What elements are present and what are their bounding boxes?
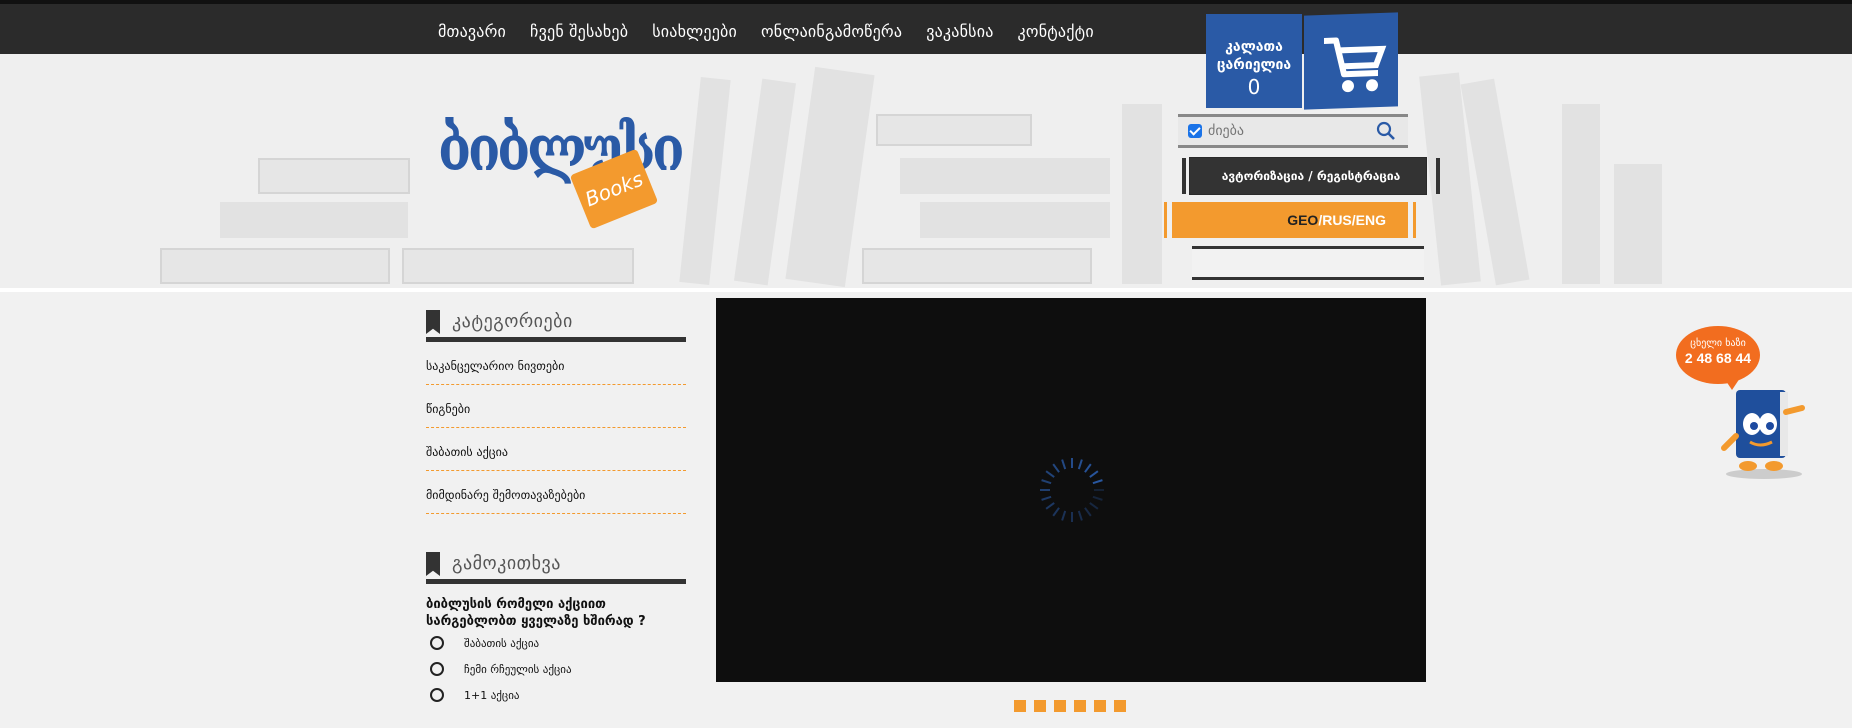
spinner-tick (1052, 507, 1060, 517)
spinner-tick (1061, 459, 1067, 470)
spinner-tick (1061, 510, 1067, 521)
lang-eng[interactable]: ENG (1356, 212, 1386, 228)
poll-section: გამოკითხვა ბიბლუსის რომელი აქციით სარგებ… (426, 548, 686, 708)
categories-header: კატეგორიები (426, 306, 686, 342)
cart-count: 0 (1247, 75, 1261, 99)
decor-book (733, 78, 797, 286)
category-item-stationery[interactable]: საკანცელარიო ნივთები (426, 342, 686, 385)
search-checkbox[interactable] (1188, 124, 1202, 138)
spinner-tick (1077, 510, 1083, 521)
hotline-label: ცხელი ხაზი (1690, 338, 1746, 349)
slider-dot[interactable] (1014, 700, 1026, 712)
bookmark-icon (426, 552, 440, 576)
category-item-saturday-sale[interactable]: შაბათის აქცია (426, 428, 686, 471)
top-nav-bar: მთავარი ჩვენ შესახებ სიახლეები ონლაინგამ… (0, 0, 1852, 58)
slider-dot[interactable] (1034, 700, 1046, 712)
cart-widget[interactable]: კალათა ცარიელია 0 (1206, 12, 1398, 110)
empty-panel (1192, 246, 1424, 280)
radio-button[interactable] (430, 636, 444, 650)
spinner-tick (1089, 470, 1099, 478)
spinner-tick (1084, 507, 1092, 517)
image-slider[interactable] (716, 298, 1426, 682)
radio-button[interactable] (430, 662, 444, 676)
poll-header: გამოკითხვა (426, 548, 686, 584)
poll-option-label: ჩემი რჩეულის აქცია (464, 662, 572, 676)
spinner-tick (1092, 479, 1103, 485)
bookmark-icon (426, 310, 440, 334)
spinner-tick (1045, 502, 1055, 510)
cart-icon[interactable] (1304, 12, 1398, 110)
nav-item-vacancy[interactable]: ვაკანსია (914, 8, 1005, 58)
slider-pagination (1014, 700, 1126, 712)
poll-option[interactable]: ჩემი რჩეულის აქცია (426, 656, 686, 682)
search-input[interactable] (1208, 119, 1368, 143)
spinner-tick (1052, 463, 1060, 473)
category-item-books[interactable]: წიგნები (426, 385, 686, 428)
hotline-widget[interactable]: ცხელი ხაზი 2 48 68 44 (1672, 326, 1822, 486)
decor-book (402, 248, 634, 284)
spinner-tick (1045, 470, 1055, 478)
sidebar: კატეგორიები საკანცელარიო ნივთები წიგნები… (426, 306, 686, 708)
cart-status: კალათა ცარიელია 0 (1206, 14, 1302, 108)
site-logo[interactable]: ბიბლუსი Books (438, 112, 685, 230)
category-list: საკანცელარიო ნივთები წიგნები შაბათის აქც… (426, 342, 686, 514)
language-switcher: GEO/RUS/ENG (1164, 202, 1416, 238)
spinner-tick (1084, 463, 1092, 473)
nav-item-online-order[interactable]: ონლაინგამოწერა (749, 8, 914, 58)
search-bar (1178, 114, 1408, 148)
decor-book (876, 114, 1032, 146)
nav-item-about[interactable]: ჩვენ შესახებ (518, 8, 640, 58)
decor-book (1122, 104, 1162, 284)
poll-option[interactable]: შაბათის აქცია (426, 630, 686, 656)
decor-book (1562, 104, 1600, 284)
categories-title: კატეგორიები (452, 311, 573, 332)
search-icon[interactable] (1376, 121, 1396, 141)
slider-dot[interactable] (1094, 700, 1106, 712)
poll-title: გამოკითხვა (452, 553, 561, 574)
auth-register-button[interactable]: ავტორიზაცია / რეგისტრაცია (1182, 157, 1440, 195)
spinner-tick (1041, 495, 1052, 501)
decor-book (862, 248, 1092, 284)
slider-dot[interactable] (1054, 700, 1066, 712)
slider-dot[interactable] (1114, 700, 1126, 712)
poll-option[interactable]: 1+1 აქცია (426, 682, 686, 708)
category-item-current-offers[interactable]: მიმდინარე შემოთავაზებები (426, 471, 686, 514)
spinner-tick (1041, 479, 1052, 485)
lang-geo[interactable]: GEO (1287, 212, 1318, 228)
header-banner (0, 54, 1852, 292)
poll-option-label: 1+1 აქცია (464, 688, 520, 702)
hotline-phone: 2 48 68 44 (1684, 350, 1752, 366)
decor-book (920, 202, 1110, 238)
decor-book (1614, 164, 1662, 284)
main-nav: მთავარი ჩვენ შესახებ სიახლეები ონლაინგამ… (426, 8, 1106, 58)
slider-dot[interactable] (1074, 700, 1086, 712)
radio-button[interactable] (430, 688, 444, 702)
hotline-bubble: ცხელი ხაზი 2 48 68 44 (1676, 326, 1760, 390)
cart-label-line1: კალათა (1225, 39, 1283, 55)
nav-item-contact[interactable]: კონტაქტი (1006, 8, 1106, 58)
spinner-tick (1092, 495, 1103, 501)
decor-book (258, 158, 410, 194)
poll-question: ბიბლუსის რომელი აქციით სარგებლობთ ყველაზ… (426, 597, 646, 629)
poll-option-label: შაბათის აქცია (464, 636, 540, 650)
decor-book (220, 202, 408, 238)
decor-book (160, 248, 390, 284)
decor-book (679, 76, 731, 286)
lang-rus[interactable]: RUS (1322, 212, 1352, 228)
spinner-tick (1077, 459, 1083, 470)
decor-book (900, 158, 1110, 194)
nav-item-news[interactable]: სიახლეები (640, 8, 749, 58)
cart-label-line2: ცარიელია (1216, 57, 1292, 73)
spinner-tick (1089, 502, 1099, 510)
nav-item-home[interactable]: მთავარი (426, 8, 519, 58)
book-mascot-icon (1714, 382, 1814, 482)
loading-spinner-icon (1038, 456, 1106, 524)
